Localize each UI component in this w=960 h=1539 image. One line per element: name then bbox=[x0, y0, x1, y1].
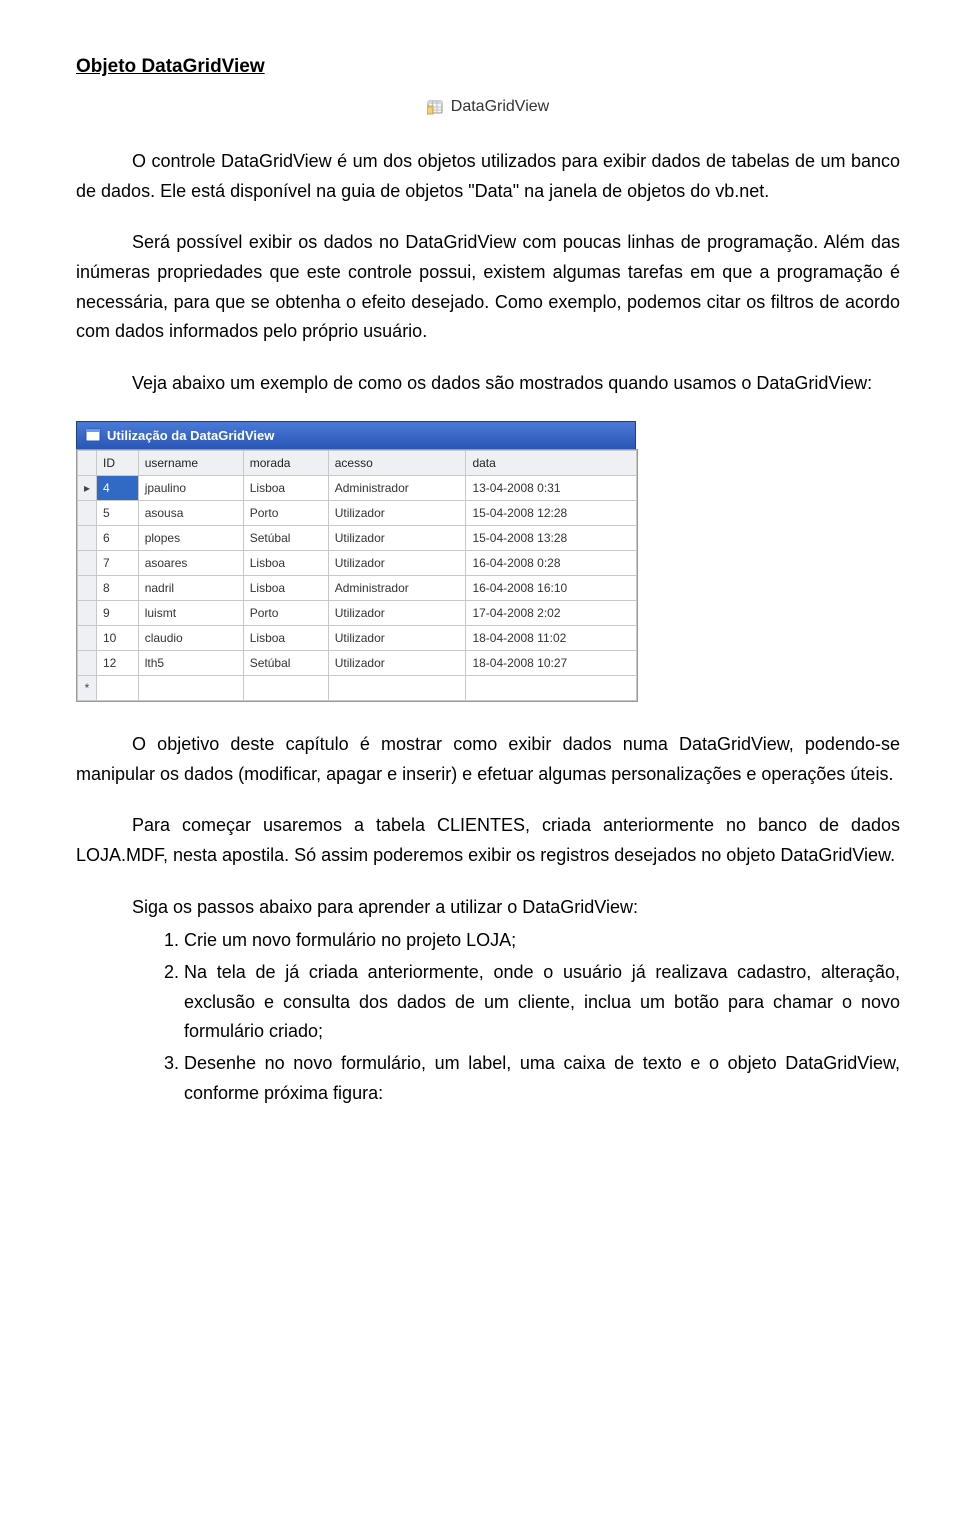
paragraph-3: Veja abaixo um exemplo de como os dados … bbox=[76, 369, 900, 399]
grid-cell[interactable]: jpaulino bbox=[138, 475, 243, 500]
grid-header[interactable]: morada bbox=[243, 450, 328, 475]
table-row[interactable]: ▸4jpaulinoLisboaAdministrador13-04-2008 … bbox=[78, 475, 637, 500]
grid-cell[interactable]: asousa bbox=[138, 500, 243, 525]
row-header[interactable] bbox=[78, 600, 97, 625]
grid-cell[interactable]: 9 bbox=[97, 600, 139, 625]
grid-cell[interactable] bbox=[97, 675, 139, 700]
grid-header[interactable]: ID bbox=[97, 450, 139, 475]
grid-cell[interactable]: 17-04-2008 2:02 bbox=[466, 600, 637, 625]
grid-cell[interactable]: 10 bbox=[97, 625, 139, 650]
table-row[interactable]: 12lth5SetúbalUtilizador18-04-2008 10:27 bbox=[78, 650, 637, 675]
grid-cell[interactable]: 8 bbox=[97, 575, 139, 600]
window-titlebar: Utilização da DataGridView bbox=[76, 421, 636, 449]
window-title: Utilização da DataGridView bbox=[107, 428, 274, 443]
grid-cell[interactable]: Lisboa bbox=[243, 575, 328, 600]
table-row[interactable]: 5asousaPortoUtilizador15-04-2008 12:28 bbox=[78, 500, 637, 525]
table-row[interactable]: 7asoaresLisboaUtilizador16-04-2008 0:28 bbox=[78, 550, 637, 575]
grid-cell[interactable]: 16-04-2008 16:10 bbox=[466, 575, 637, 600]
table-row[interactable]: 9luismtPortoUtilizador17-04-2008 2:02 bbox=[78, 600, 637, 625]
row-header[interactable] bbox=[78, 575, 97, 600]
paragraph-1: O controle DataGridView é um dos objetos… bbox=[76, 147, 900, 206]
row-header-new[interactable]: * bbox=[78, 675, 97, 700]
grid-cell[interactable]: 12 bbox=[97, 650, 139, 675]
grid-cell[interactable]: 7 bbox=[97, 550, 139, 575]
grid-cell[interactable] bbox=[243, 675, 328, 700]
grid-cell[interactable]: 18-04-2008 11:02 bbox=[466, 625, 637, 650]
datagridview-screenshot: Utilização da DataGridView ID username m… bbox=[76, 421, 900, 702]
grid-cell[interactable] bbox=[466, 675, 637, 700]
grid-cell[interactable]: 6 bbox=[97, 525, 139, 550]
step-item: Desenhe no novo formulário, um label, um… bbox=[184, 1049, 900, 1108]
grid-cell[interactable]: Porto bbox=[243, 500, 328, 525]
row-header[interactable] bbox=[78, 500, 97, 525]
table-row-new[interactable]: * bbox=[78, 675, 637, 700]
steps-intro: Siga os passos abaixo para aprender a ut… bbox=[76, 893, 900, 923]
grid-header[interactable]: username bbox=[138, 450, 243, 475]
page-title: Objeto DataGridView bbox=[76, 56, 900, 78]
grid-cell[interactable]: 16-04-2008 0:28 bbox=[466, 550, 637, 575]
step-item: Na tela de já criada anteriormente, onde… bbox=[184, 958, 900, 1047]
grid-cell[interactable]: 4 bbox=[97, 475, 139, 500]
grid-cell[interactable]: Utilizador bbox=[328, 525, 466, 550]
hero-label: DataGridView bbox=[451, 98, 549, 116]
grid-cell[interactable]: Lisboa bbox=[243, 550, 328, 575]
row-header[interactable] bbox=[78, 625, 97, 650]
table-row[interactable]: 10claudioLisboaUtilizador18-04-2008 11:0… bbox=[78, 625, 637, 650]
grid-cell[interactable]: Utilizador bbox=[328, 600, 466, 625]
grid-cell[interactable]: nadril bbox=[138, 575, 243, 600]
grid-cell[interactable]: Setúbal bbox=[243, 650, 328, 675]
row-header[interactable] bbox=[78, 650, 97, 675]
grid-cell[interactable]: 15-04-2008 13:28 bbox=[466, 525, 637, 550]
steps-list: Crie um novo formulário no projeto LOJA;… bbox=[150, 926, 900, 1108]
grid-cell[interactable]: lth5 bbox=[138, 650, 243, 675]
grid-cell[interactable]: asoares bbox=[138, 550, 243, 575]
row-header[interactable]: ▸ bbox=[78, 475, 97, 500]
grid-cell[interactable]: 15-04-2008 12:28 bbox=[466, 500, 637, 525]
grid-cell[interactable]: 18-04-2008 10:27 bbox=[466, 650, 637, 675]
grid-cell[interactable]: Utilizador bbox=[328, 625, 466, 650]
grid-cell[interactable]: claudio bbox=[138, 625, 243, 650]
datagridview-icon bbox=[427, 98, 445, 116]
paragraph-5: Para começar usaremos a tabela CLIENTES,… bbox=[76, 811, 900, 870]
table-row[interactable]: 6plopesSetúbalUtilizador15-04-2008 13:28 bbox=[78, 525, 637, 550]
grid-cell[interactable]: plopes bbox=[138, 525, 243, 550]
grid-cell[interactable]: Utilizador bbox=[328, 550, 466, 575]
grid-cell[interactable]: Lisboa bbox=[243, 625, 328, 650]
data-grid[interactable]: ID username morada acesso data ▸4jpaulin… bbox=[77, 450, 637, 701]
grid-cell[interactable]: luismt bbox=[138, 600, 243, 625]
hero-block: DataGridView bbox=[76, 96, 900, 121]
grid-cell[interactable]: Utilizador bbox=[328, 500, 466, 525]
grid-cell[interactable]: Utilizador bbox=[328, 650, 466, 675]
row-header[interactable] bbox=[78, 550, 97, 575]
grid-cell[interactable]: Administrador bbox=[328, 475, 466, 500]
paragraph-2: Será possível exibir os dados no DataGri… bbox=[76, 228, 900, 347]
grid-header[interactable]: acesso bbox=[328, 450, 466, 475]
grid-corner-cell[interactable] bbox=[78, 450, 97, 475]
grid-cell[interactable]: Administrador bbox=[328, 575, 466, 600]
grid-cell[interactable]: 13-04-2008 0:31 bbox=[466, 475, 637, 500]
step-item: Crie um novo formulário no projeto LOJA; bbox=[184, 926, 900, 956]
row-header[interactable] bbox=[78, 525, 97, 550]
grid-cell[interactable]: Setúbal bbox=[243, 525, 328, 550]
grid-header[interactable]: data bbox=[466, 450, 637, 475]
grid-cell[interactable]: Lisboa bbox=[243, 475, 328, 500]
grid-cell[interactable] bbox=[328, 675, 466, 700]
grid-cell[interactable]: Porto bbox=[243, 600, 328, 625]
grid-cell[interactable]: 5 bbox=[97, 500, 139, 525]
table-row[interactable]: 8nadrilLisboaAdministrador16-04-2008 16:… bbox=[78, 575, 637, 600]
window-icon bbox=[85, 427, 101, 443]
grid-cell[interactable] bbox=[138, 675, 243, 700]
paragraph-4: O objetivo deste capítulo é mostrar como… bbox=[76, 730, 900, 789]
